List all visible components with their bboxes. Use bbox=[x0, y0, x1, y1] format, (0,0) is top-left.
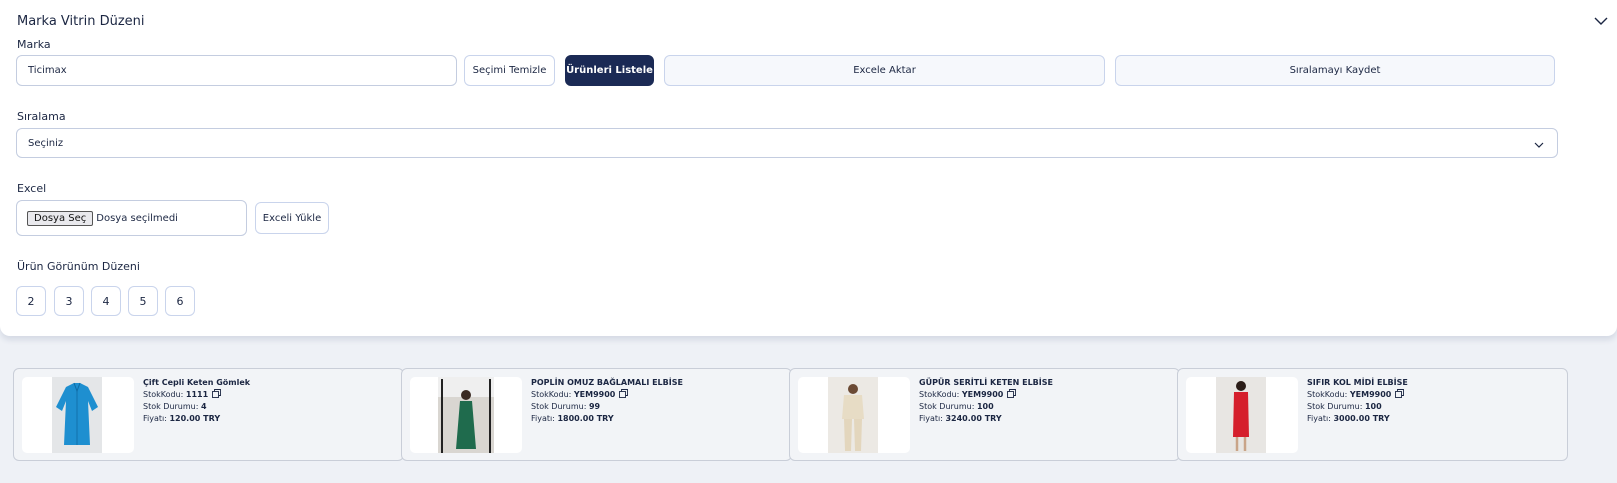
sorting-select-value: Seçiniz bbox=[28, 137, 64, 149]
product-info: GÜPÜR SERİTLİ KETEN ELBİSE StokKodu: YEM… bbox=[919, 377, 1053, 425]
clear-selection-button[interactable]: Seçimi Temizle bbox=[464, 55, 555, 86]
product-info: POPLİN OMUZ BAĞLAMALI ELBİSE StokKodu: Y… bbox=[531, 377, 683, 425]
price-value: 3240.00 TRY bbox=[945, 414, 1002, 423]
product-image bbox=[410, 377, 522, 453]
stock-code-value: 1111 bbox=[185, 390, 209, 399]
product-name: Çift Cepli Keten Gömlek bbox=[143, 378, 251, 387]
stock-status-value: 100 bbox=[976, 402, 994, 411]
product-image bbox=[1186, 377, 1298, 453]
sorting-select[interactable]: Seçiniz bbox=[16, 128, 1558, 158]
brand-label: Marka bbox=[17, 38, 51, 51]
excel-file-input[interactable]: Dosya Seç Dosya seçilmedi bbox=[16, 200, 247, 236]
layout-option-3[interactable]: 3 bbox=[54, 286, 84, 316]
copy-icon[interactable] bbox=[1007, 389, 1017, 398]
price-label: Fiyatı: bbox=[531, 414, 555, 423]
beige-outfit-image bbox=[828, 377, 878, 453]
product-name: GÜPÜR SERİTLİ KETEN ELBİSE bbox=[919, 378, 1053, 387]
excel-label: Excel bbox=[17, 182, 47, 195]
product-card[interactable]: GÜPÜR SERİTLİ KETEN ELBİSE StokKodu: YEM… bbox=[789, 368, 1180, 461]
layout-option-2[interactable]: 2 bbox=[16, 286, 46, 316]
stock-status-value: 100 bbox=[1364, 402, 1382, 411]
layout-label: Ürün Görünüm Düzeni bbox=[17, 260, 140, 273]
layout-option-4[interactable]: 4 bbox=[91, 286, 121, 316]
red-dress-image bbox=[1216, 377, 1266, 453]
copy-icon[interactable] bbox=[212, 389, 222, 398]
price-label: Fiyatı: bbox=[1307, 414, 1331, 423]
chevron-down-icon[interactable] bbox=[1593, 13, 1609, 29]
stock-code-label: StokKodu: bbox=[531, 390, 572, 399]
choose-file-button[interactable]: Dosya Seç bbox=[27, 210, 94, 226]
copy-icon[interactable] bbox=[1395, 389, 1405, 398]
price-label: Fiyatı: bbox=[143, 414, 167, 423]
stock-code-value: YEM9900 bbox=[961, 390, 1004, 399]
panel-title: Marka Vitrin Düzeni bbox=[17, 14, 145, 29]
price-value: 1800.00 TRY bbox=[557, 414, 614, 423]
stock-status-label: Stok Durumu: bbox=[919, 402, 975, 411]
price-value: 120.00 TRY bbox=[169, 414, 221, 423]
product-card[interactable]: Çift Cepli Keten Gömlek StokKodu: 1111 S… bbox=[13, 368, 404, 461]
green-dress-image bbox=[438, 377, 494, 453]
upload-excel-button[interactable]: Exceli Yükle bbox=[255, 202, 329, 234]
stock-code-label: StokKodu: bbox=[143, 390, 184, 399]
product-card[interactable]: SIFIR KOL MİDİ ELBİSE StokKodu: YEM9900 … bbox=[1177, 368, 1568, 461]
product-info: Çift Cepli Keten Gömlek StokKodu: 1111 S… bbox=[143, 377, 250, 425]
product-image bbox=[798, 377, 910, 453]
stock-status-label: Stok Durumu: bbox=[1307, 402, 1363, 411]
product-image bbox=[22, 377, 134, 453]
export-excel-button[interactable]: Excele Aktar bbox=[664, 55, 1105, 86]
stock-code-label: StokKodu: bbox=[919, 390, 960, 399]
file-status-text: Dosya seçilmedi bbox=[96, 212, 178, 224]
product-name: SIFIR KOL MİDİ ELBİSE bbox=[1307, 378, 1408, 387]
stock-code-value: YEM9900 bbox=[1349, 390, 1392, 399]
product-card[interactable]: POPLİN OMUZ BAĞLAMALI ELBİSE StokKodu: Y… bbox=[401, 368, 792, 461]
save-order-button[interactable]: Sıralamayı Kaydet bbox=[1115, 55, 1555, 86]
stock-code-label: StokKodu: bbox=[1307, 390, 1348, 399]
product-info: SIFIR KOL MİDİ ELBİSE StokKodu: YEM9900 … bbox=[1307, 377, 1408, 425]
list-products-button[interactable]: Ürünleri Listele bbox=[565, 55, 654, 86]
product-name: POPLİN OMUZ BAĞLAMALI ELBİSE bbox=[531, 378, 683, 387]
brand-input[interactable]: Ticimax bbox=[16, 55, 457, 86]
brand-input-value: Ticimax bbox=[28, 65, 67, 76]
blue-shirt-image bbox=[52, 377, 102, 453]
price-value: 3000.00 TRY bbox=[1333, 414, 1390, 423]
sorting-label: Sıralama bbox=[17, 110, 66, 123]
brand-showcase-panel: Marka Vitrin Düzeni Marka Ticimax Seçimi… bbox=[0, 0, 1617, 336]
price-label: Fiyatı: bbox=[919, 414, 943, 423]
chevron-down-icon bbox=[1534, 142, 1544, 148]
stock-status-value: 99 bbox=[588, 402, 601, 411]
layout-option-6[interactable]: 6 bbox=[165, 286, 195, 316]
stock-status-value: 4 bbox=[200, 402, 207, 411]
copy-icon[interactable] bbox=[619, 389, 629, 398]
stock-status-label: Stok Durumu: bbox=[531, 402, 587, 411]
stock-code-value: YEM9900 bbox=[573, 390, 616, 399]
stock-status-label: Stok Durumu: bbox=[143, 402, 199, 411]
layout-option-5[interactable]: 5 bbox=[128, 286, 158, 316]
